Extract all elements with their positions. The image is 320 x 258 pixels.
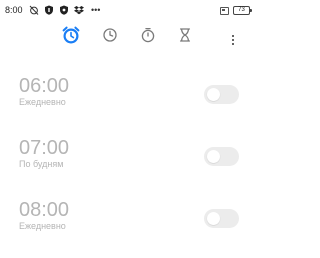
tab-timer[interactable]	[176, 26, 194, 44]
stopwatch-icon	[141, 27, 155, 43]
toggle-knob	[207, 150, 220, 163]
sim-icon	[220, 6, 229, 15]
battery-level: 73	[238, 7, 245, 13]
alarm-time: 06:00	[19, 75, 70, 97]
toggle-knob	[207, 88, 220, 101]
battery-icon: 73	[233, 6, 252, 15]
tab-alarm[interactable]	[62, 26, 80, 44]
shield-check-icon	[60, 5, 68, 15]
alarm-clock-icon	[62, 26, 80, 44]
alarm-time: 07:00	[19, 137, 70, 159]
alarm-screen: 8:00 ••• 73 06:00 Ежедневно 07:00 По буд…	[0, 0, 258, 258]
tab-bar	[0, 22, 258, 48]
alarm-toggle[interactable]	[204, 85, 239, 104]
tab-clock[interactable]	[101, 26, 119, 44]
alarm-repeat-label: Ежедневно	[19, 97, 66, 107]
alarm-time: 08:00	[19, 199, 70, 221]
alarm-item[interactable]: 06:00 Ежедневно	[0, 75, 258, 119]
more-dot	[231, 38, 235, 42]
hourglass-icon	[179, 28, 191, 42]
alarm-repeat-label: Ежедневно	[19, 221, 66, 231]
dropbox-icon	[74, 6, 84, 15]
alarm-repeat-label: По будням	[19, 159, 64, 169]
alarm-off-icon	[29, 5, 39, 15]
more-options-button[interactable]	[226, 33, 240, 47]
alarm-toggle[interactable]	[204, 209, 239, 228]
status-time: 8:00	[5, 5, 23, 15]
more-dot	[231, 42, 235, 46]
toggle-knob	[207, 212, 220, 225]
more-dot	[231, 34, 235, 38]
more-notifications-dots: •••	[91, 5, 101, 15]
alarm-toggle[interactable]	[204, 147, 239, 166]
alarm-item[interactable]: 07:00 По будням	[0, 137, 258, 181]
status-bar: 8:00 ••• 73	[0, 0, 258, 22]
clock-icon	[103, 28, 117, 42]
alarm-item[interactable]: 08:00 Ежедневно	[0, 199, 258, 243]
tab-stopwatch[interactable]	[139, 26, 157, 44]
status-icons: •••	[29, 5, 100, 15]
shield-icon	[45, 5, 53, 15]
status-icons-right: 73	[220, 6, 252, 15]
